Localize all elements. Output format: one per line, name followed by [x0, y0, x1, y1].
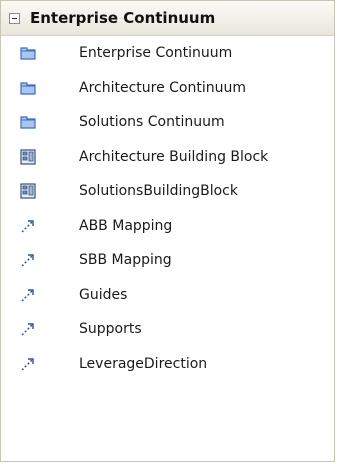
building-block-icon: [19, 182, 37, 200]
toolbox-item-abb-mapping[interactable]: ABB Mapping: [1, 209, 334, 244]
toolbox-item-guides[interactable]: Guides: [1, 278, 334, 313]
dashed-arrow-icon: [19, 355, 37, 373]
toolbox-item-solutions-continuum[interactable]: Solutions Continuum: [1, 105, 334, 140]
toolbox-item-label: LeverageDirection: [79, 355, 208, 372]
dashed-arrow-icon: [19, 251, 37, 269]
dashed-arrow-icon: [19, 217, 37, 235]
section-header[interactable]: Enterprise Continuum: [1, 1, 334, 36]
toolbox-item-label: ABB Mapping: [79, 217, 173, 234]
toolbox-item-solutions-building-block[interactable]: SolutionsBuildingBlock: [1, 174, 334, 209]
toolbox-item-list: Enterprise Continuum Architecture Contin…: [1, 36, 334, 381]
toolbox-item-label: SBB Mapping: [79, 252, 172, 269]
toolbox-panel: Enterprise Continuum Enterprise Continuu…: [0, 0, 335, 462]
dashed-arrow-icon: [19, 320, 37, 338]
toolbox-item-sbb-mapping[interactable]: SBB Mapping: [1, 243, 334, 278]
toolbox-item-label: Enterprise Continuum: [79, 45, 233, 62]
folder-tab-icon: [19, 44, 37, 62]
section-title: Enterprise Continuum: [30, 9, 216, 27]
toolbox-item-label: Guides: [79, 286, 128, 303]
toolbox-item-label: SolutionsBuildingBlock: [79, 183, 238, 200]
folder-tab-icon: [19, 79, 37, 97]
toolbox-item-label: Architecture Building Block: [79, 148, 269, 165]
toolbox-item-label: Architecture Continuum: [79, 79, 247, 96]
toolbox-item-architecture-building-block[interactable]: Architecture Building Block: [1, 140, 334, 175]
building-block-icon: [19, 148, 37, 166]
toolbox-item-architecture-continuum[interactable]: Architecture Continuum: [1, 71, 334, 106]
collapse-icon[interactable]: [9, 12, 20, 24]
toolbox-item-enterprise-continuum[interactable]: Enterprise Continuum: [1, 36, 334, 71]
folder-tab-icon: [19, 113, 37, 131]
toolbox-item-supports[interactable]: Supports: [1, 312, 334, 347]
toolbox-item-label: Supports: [79, 321, 142, 338]
toolbox-item-label: Solutions Continuum: [79, 114, 225, 131]
dashed-arrow-icon: [19, 286, 37, 304]
toolbox-item-leverage-direction[interactable]: LeverageDirection: [1, 347, 334, 382]
